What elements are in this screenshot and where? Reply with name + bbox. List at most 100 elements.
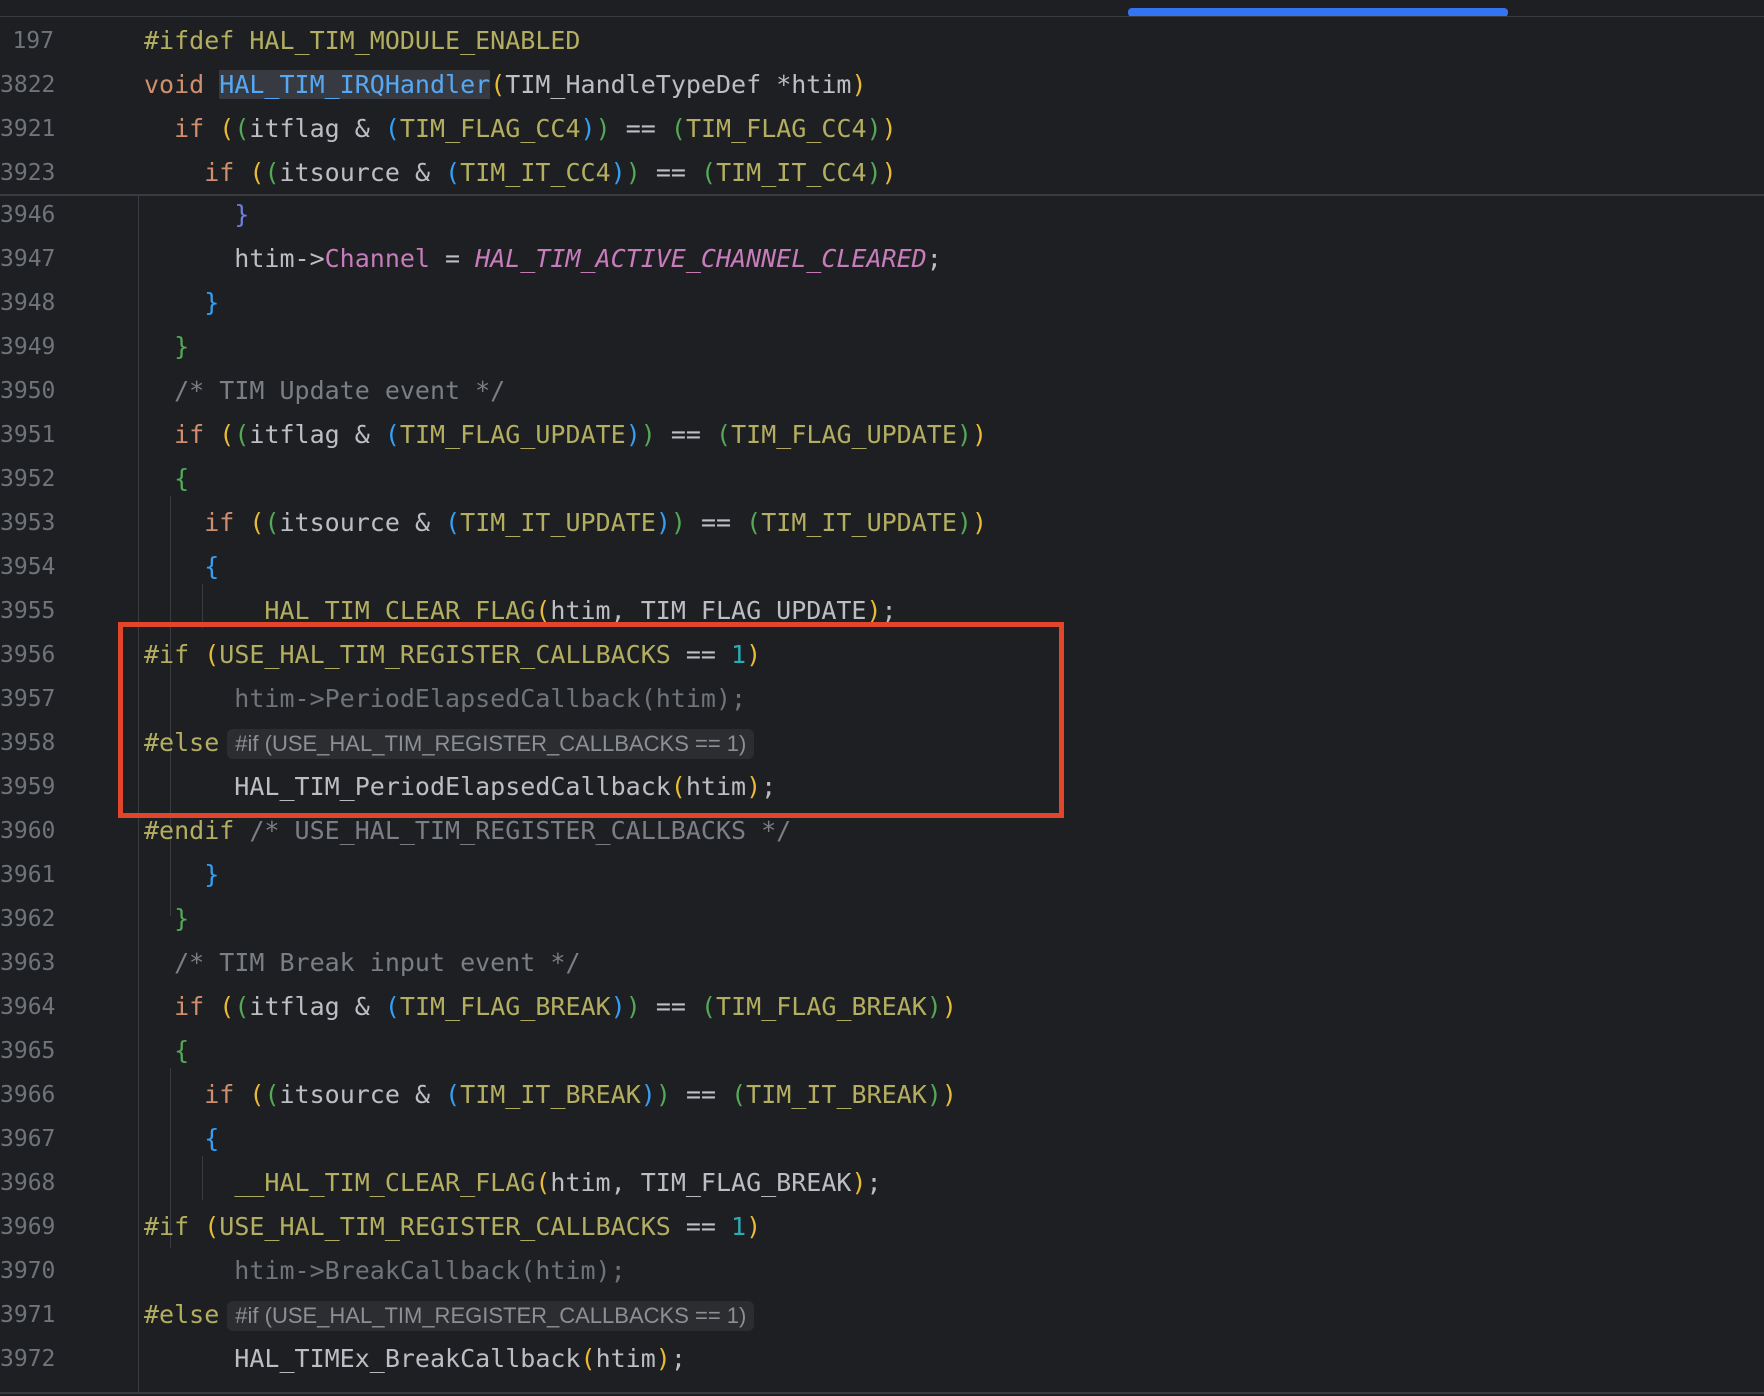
code-token: itsource & [279, 158, 446, 187]
code-line[interactable]: 3946 } [0, 193, 1764, 237]
code-line[interactable]: 3957 htim->PeriodElapsedCallback(htim); [0, 677, 1764, 721]
code-line[interactable]: 3967 { [0, 1117, 1764, 1161]
code-line[interactable]: 3822 void HAL_TIM_IRQHandler(TIM_HandleTy… [0, 63, 1764, 107]
code-line[interactable]: 3964 if ((itflag & (TIM_FLAG_BREAK)) == … [0, 985, 1764, 1029]
code-line[interactable]: 3949 } [0, 325, 1764, 369]
code-line[interactable]: 3951 if ((itflag & (TIM_FLAG_UPDATE)) ==… [0, 413, 1764, 457]
line-number[interactable]: 3953 [0, 501, 55, 545]
code-token: TIM_IT_UPDATE [761, 508, 957, 537]
code-token: HAL_TIM_PeriodElapsedCallback [144, 772, 671, 801]
line-number[interactable]: 3969 [0, 1205, 55, 1249]
line-number[interactable]: 3964 [0, 985, 55, 1029]
code-line[interactable]: 3959 HAL_TIM_PeriodElapsedCallback(htim)… [0, 765, 1764, 809]
line-number[interactable]: 3923 [0, 151, 55, 195]
code-line[interactable]: 3972 HAL_TIMEx_BreakCallback(htim); [0, 1337, 1764, 1381]
code-token: TIM_HandleTypeDef *htim [505, 70, 852, 99]
code-token: { [204, 552, 220, 581]
code-token: { [174, 1036, 190, 1065]
line-number[interactable]: 3965 [0, 1029, 55, 1073]
code-line[interactable]: 3953 if ((itsource & (TIM_IT_UPDATE)) ==… [0, 501, 1764, 545]
line-number[interactable]: 3950 [0, 369, 55, 413]
code-token: itflag & [249, 114, 385, 143]
line-number[interactable]: 3958 [0, 721, 55, 765]
code-line[interactable]: 3962 } [0, 897, 1764, 941]
code-text: { [144, 1117, 219, 1161]
line-number[interactable]: 3966 [0, 1073, 55, 1117]
line-number[interactable]: 3963 [0, 941, 55, 985]
line-number[interactable]: 3956 [0, 633, 55, 677]
code-token: TIM_IT_UPDATE [460, 508, 656, 537]
code-line[interactable]: 3923 if ((itsource & (TIM_IT_CC4)) == (T… [0, 151, 1764, 195]
line-number[interactable]: 3948 [0, 281, 55, 325]
code-line[interactable]: 3960 #endif /* USE_HAL_TIM_REGISTER_CALLB… [0, 809, 1764, 853]
code-token: #if [144, 1212, 205, 1241]
code-line[interactable]: 3969 #if (USE_HAL_TIM_REGISTER_CALLBACKS … [0, 1205, 1764, 1249]
code-line[interactable]: 3966 if ((itsource & (TIM_IT_BREAK)) == … [0, 1073, 1764, 1117]
code-line[interactable]: 3970 htim->BreakCallback(htim); [0, 1249, 1764, 1293]
code-token: ( [384, 992, 400, 1021]
code-token: if [204, 508, 250, 537]
line-number[interactable]: 3947 [0, 237, 55, 281]
code-token: ) [956, 508, 972, 537]
code-token: == [685, 508, 747, 537]
line-number[interactable]: 3954 [0, 545, 55, 589]
line-number[interactable]: 3959 [0, 765, 55, 809]
line-number[interactable]: 3970 [0, 1249, 55, 1293]
line-number[interactable]: 3951 [0, 413, 55, 457]
code-line[interactable]: 3954 { [0, 545, 1764, 589]
line-number[interactable]: 3971 [0, 1293, 55, 1337]
line-number[interactable]: 3962 [0, 897, 55, 941]
line-number[interactable]: 3972 [0, 1337, 55, 1381]
code-token: #else [144, 728, 220, 757]
code-token: == [610, 114, 671, 143]
code-text: void HAL_TIM_IRQHandler(TIM_HandleTypeDe… [144, 63, 867, 107]
code-line[interactable]: 3952 { [0, 457, 1764, 501]
code-token: ( [716, 420, 732, 449]
code-line[interactable]: 3921 if ((itflag & (TIM_FLAG_CC4)) == (T… [0, 107, 1764, 151]
code-line[interactable]: 3950 /* TIM Update event */ [0, 369, 1764, 413]
code-line[interactable]: 3948 } [0, 281, 1764, 325]
code-line[interactable]: 3956 #if (USE_HAL_TIM_REGISTER_CALLBACKS … [0, 633, 1764, 677]
line-number[interactable]: 3946 [0, 193, 55, 237]
code-token: == [640, 992, 701, 1021]
code-token: ( [219, 114, 235, 143]
code-text: __HAL_TIM_CLEAR_FLAG(htim, TIM_FLAG_UPDA… [144, 589, 896, 633]
line-number[interactable]: 3961 [0, 853, 55, 897]
line-number[interactable]: 3960 [0, 809, 55, 853]
code-token: ( [445, 508, 461, 537]
line-number[interactable]: 3952 [0, 457, 55, 501]
code-token: } [204, 288, 220, 317]
code-line[interactable]: 3947 htim->Channel = HAL_TIM_ACTIVE_CHAN… [0, 237, 1764, 281]
line-number[interactable]: 3921 [0, 107, 55, 151]
code-line[interactable]: 3961 } [0, 853, 1764, 897]
code-line[interactable]: 3965 { [0, 1029, 1764, 1073]
code-token: if [204, 1080, 250, 1109]
code-token: } [234, 200, 250, 229]
code-line[interactable]: 3963 /* TIM Break input event */ [0, 941, 1764, 985]
code-line[interactable]: 3968 __HAL_TIM_CLEAR_FLAG(htim, TIM_FLAG… [0, 1161, 1764, 1205]
line-number[interactable]: 3957 [0, 677, 55, 721]
code-line[interactable]: 3971 #else #if (USE_HAL_TIM_REGISTER_CALLB… [0, 1293, 1764, 1337]
code-token: ( [264, 1080, 280, 1109]
code-line[interactable]: 197 #ifdef HAL_TIM_MODULE_ENABLED [0, 19, 1764, 63]
code-token: ( [490, 70, 506, 99]
code-line[interactable]: 3955 __HAL_TIM_CLEAR_FLAG(htim, TIM_FLAG… [0, 589, 1764, 633]
code-line[interactable]: 3958 #else #if (USE_HAL_TIM_REGISTER_CALLB… [0, 721, 1764, 765]
line-number[interactable]: 3955 [0, 589, 55, 633]
line-number[interactable]: 3949 [0, 325, 55, 369]
code-text: } [144, 281, 219, 325]
code-text: { [144, 1029, 189, 1073]
code-editor[interactable]: 197 #ifdef HAL_TIM_MODULE_ENABLED 3822 void… [0, 0, 1764, 1396]
code-text: } [144, 897, 189, 941]
line-number[interactable]: 3968 [0, 1161, 55, 1205]
line-number[interactable]: 3967 [0, 1117, 55, 1161]
code-token: ) [625, 158, 641, 187]
code-token: htim [685, 772, 747, 801]
line-number[interactable]: 197 [0, 19, 54, 63]
line-number[interactable]: 3822 [0, 63, 55, 107]
code-text: if ((itflag & (TIM_FLAG_CC4)) == (TIM_FL… [144, 107, 897, 151]
